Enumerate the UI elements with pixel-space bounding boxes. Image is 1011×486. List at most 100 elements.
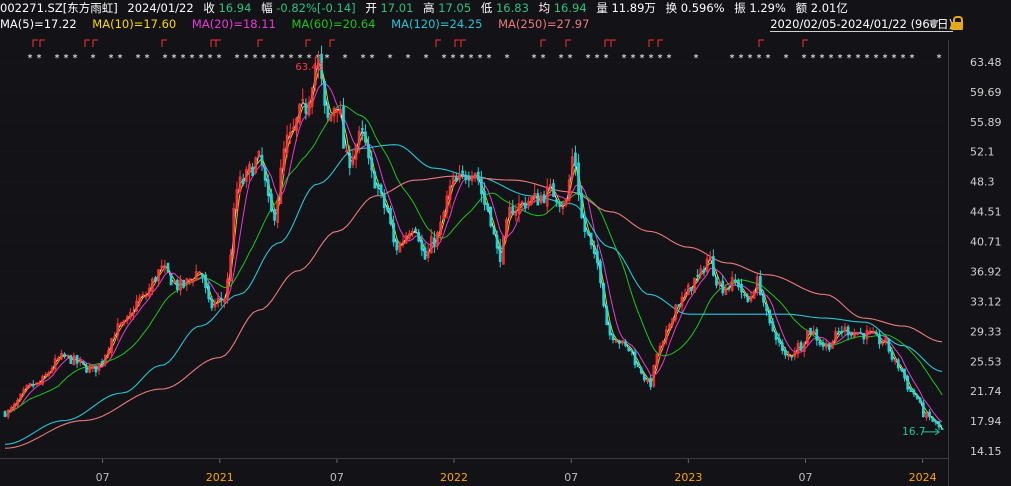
candle-body (82, 361, 85, 365)
candle-body (780, 342, 784, 351)
peak-price-label: 63.48 (295, 62, 324, 73)
event-marker: * (765, 53, 771, 64)
candle-body (326, 105, 330, 118)
event-marker: * (252, 53, 258, 64)
candle-body (323, 80, 327, 106)
candle-body (862, 332, 866, 340)
candle-body (918, 397, 922, 403)
event-marker: * (657, 53, 663, 64)
event-marker: * (729, 53, 735, 64)
candle-body (765, 304, 768, 312)
x-tick-label: 2024 (909, 471, 937, 484)
candle-body (241, 178, 245, 185)
event-marker: * (144, 53, 150, 64)
candle-body (827, 343, 831, 350)
candle-body (740, 283, 743, 293)
notice-marker (802, 39, 808, 47)
y-tick-label: 14.15 (970, 445, 1002, 458)
x-tick-label: 07 (798, 471, 812, 484)
candle-body (367, 144, 370, 159)
candle-body (476, 171, 480, 181)
event-marker: * (882, 53, 888, 64)
candlestick-chart[interactable]: * * * * * * * * * * * * * * * * * * * * * * * * * * * * * * * * * * * * * * * *… (0, 0, 1011, 486)
candle-body (154, 277, 157, 281)
event-marker: * (639, 53, 645, 64)
candle-body (768, 309, 772, 324)
event-marker: * (801, 53, 807, 64)
candle-body (379, 184, 383, 194)
candle-body (69, 355, 73, 364)
candle-body (552, 183, 555, 198)
event-marker: * (783, 53, 789, 64)
annotations: 63.48 16.7 (295, 62, 940, 438)
event-marker: * (648, 53, 654, 64)
candle-body (348, 152, 352, 169)
event-marker: * (828, 53, 834, 64)
y-tick-label: 48.3 (970, 176, 995, 189)
ma20-line (4, 82, 943, 423)
event-marker: * (243, 53, 249, 64)
event-marker: * (747, 53, 753, 64)
event-marker: * (630, 53, 636, 64)
candle-body (777, 337, 781, 343)
event-marker: * (837, 53, 843, 64)
candle-body (433, 237, 436, 247)
event-marker: * (27, 53, 33, 64)
candle-body (373, 171, 377, 189)
event-marker: * (405, 53, 411, 64)
event-marker: * (666, 53, 672, 64)
candle-body (596, 250, 599, 264)
event-marker: * (477, 53, 483, 64)
candle-body (376, 185, 380, 188)
event-marker: * (324, 53, 330, 64)
candle-body (906, 375, 910, 390)
ma250-line (4, 175, 943, 449)
event-marker: * (63, 53, 69, 64)
event-marker: * (585, 53, 591, 64)
ma10-line (4, 66, 943, 427)
candle-body (774, 332, 778, 340)
candle-body (721, 280, 725, 294)
candle-body (480, 178, 483, 195)
event-marker: * (504, 53, 510, 64)
candle-body (627, 346, 631, 352)
candle-body (912, 389, 916, 395)
event-marker: * (423, 53, 429, 64)
candle-body (386, 207, 389, 211)
candle-body (633, 351, 637, 366)
candle-body (492, 227, 496, 235)
event-marker: * (621, 53, 627, 64)
x-tick-label: 2022 (440, 471, 468, 484)
candle-body (759, 275, 762, 296)
event-marker: * (216, 53, 222, 64)
candle-body (423, 247, 427, 260)
axes: 63.48 59.69 55.89 52.1 48.3 44.51 40.71 36.92 33… (0, 56, 1002, 484)
event-marker: * (171, 53, 177, 64)
event-marker: * (288, 53, 294, 64)
event-marker: * (162, 53, 168, 64)
candle-body (837, 331, 841, 333)
candle-body (896, 359, 900, 369)
candle-body (931, 417, 935, 422)
y-tick-label: 17.94 (970, 415, 1002, 428)
x-tick-label: 2021 (206, 471, 234, 484)
candle-body (818, 341, 822, 345)
event-marker: * (387, 53, 393, 64)
candle-body (799, 342, 803, 351)
candle-body (702, 269, 706, 273)
candle-body (166, 262, 170, 273)
notice-marker (565, 39, 571, 47)
candle-body (790, 355, 794, 358)
notice-marker (215, 39, 221, 47)
candle-body (270, 193, 273, 212)
event-marker: * (207, 53, 213, 64)
candle-body (614, 340, 618, 343)
last-price-label: 16.7 (902, 426, 925, 438)
notice-marker (32, 39, 38, 47)
candle-body (690, 286, 693, 292)
event-marker: * (108, 53, 114, 64)
notice-marker (210, 39, 216, 47)
candle-body (677, 304, 681, 307)
candle-body (611, 334, 615, 341)
candle-body (903, 368, 906, 379)
